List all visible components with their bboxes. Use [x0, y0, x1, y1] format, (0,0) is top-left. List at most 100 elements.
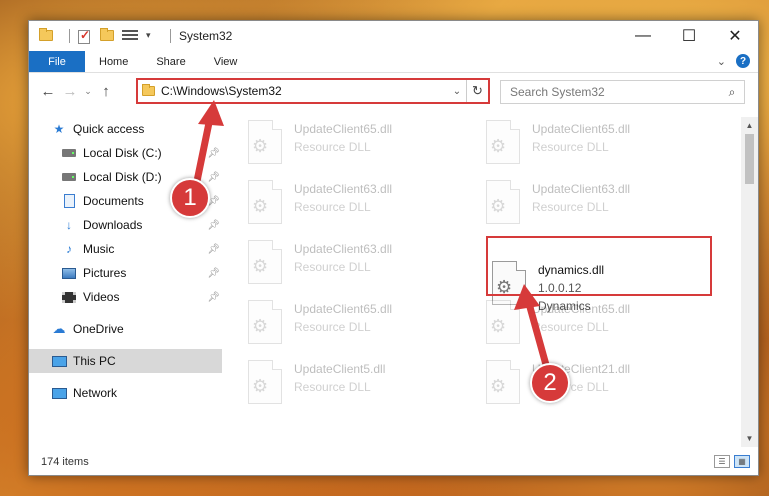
sidebar-item-label: OneDrive: [73, 322, 124, 336]
tab-home[interactable]: Home: [85, 51, 142, 72]
music-icon: ♪: [66, 242, 72, 256]
details-view-icon[interactable]: ☰: [714, 455, 730, 468]
search-box[interactable]: Search System32 ⌕: [500, 80, 745, 104]
ribbon-right: ⌄ ?: [717, 54, 750, 68]
sidebar-item-label: Local Disk (D:): [83, 170, 162, 184]
close-button[interactable]: ✕: [712, 21, 758, 51]
navigation-pane: ★ Quick access Local Disk (C:) 📌︎ Local …: [29, 117, 222, 447]
star-icon: ★: [53, 122, 65, 136]
divider: [170, 29, 171, 43]
tab-share[interactable]: Share: [142, 51, 199, 72]
file-description: Resource DLL: [294, 320, 371, 334]
sidebar-item-label: Downloads: [83, 218, 143, 232]
file-item[interactable]: ⚙ UpdateClient65.dll Resource DLL: [248, 120, 458, 174]
sidebar-item-local-disk-c[interactable]: Local Disk (C:) 📌︎: [29, 141, 222, 165]
chevron-down-icon[interactable]: ⌄: [448, 86, 466, 97]
forward-arrow-icon[interactable]: →: [59, 83, 81, 100]
documents-icon: [61, 194, 77, 208]
step-marker-2: 2: [530, 363, 570, 403]
file-name: UpdateClient65.dll: [294, 302, 393, 316]
file-name: UpdateClient65.dll: [294, 122, 393, 136]
title-bar: ▾ System32 — ☐ ✕: [29, 21, 758, 51]
window-title: System32: [179, 29, 233, 43]
pin-icon: 📌︎: [207, 267, 220, 279]
refresh-icon[interactable]: ↻: [466, 80, 488, 102]
address-bar[interactable]: C:\Windows\System32 ⌄ ↻: [136, 78, 490, 104]
sidebar-item-label: Local Disk (C:): [83, 146, 162, 160]
search-icon[interactable]: ⌕: [720, 85, 744, 100]
sidebar-item-music[interactable]: ♪ Music 📌︎: [29, 237, 222, 261]
folder-icon[interactable]: [39, 28, 53, 42]
customize-toolbar-icon[interactable]: ▾: [146, 30, 154, 42]
dll-file-icon: ⚙: [248, 300, 282, 344]
tab-view[interactable]: View: [200, 51, 252, 72]
file-name: UpdateClient65.dll: [532, 122, 631, 136]
file-item[interactable]: ⚙ UpdateClient65.dll Resource DLL: [486, 120, 696, 174]
help-icon[interactable]: ?: [736, 54, 750, 68]
folder-icon: [142, 84, 155, 96]
file-description: Resource DLL: [532, 200, 609, 214]
file-item[interactable]: ⚙ UpdateClient5.dll Resource DLL: [248, 360, 458, 414]
file-item[interactable]: ⚙ UpdateClient63.dll Resource DLL: [248, 180, 458, 234]
tiles-view-icon[interactable]: ▦: [734, 455, 750, 468]
sidebar-item-label: Videos: [83, 290, 120, 304]
file-description: Resource DLL: [294, 140, 371, 154]
file-description: Resource DLL: [294, 260, 371, 274]
address-path[interactable]: C:\Windows\System32: [161, 84, 448, 98]
sidebar-item-quick-access[interactable]: ★ Quick access: [29, 117, 222, 141]
file-item[interactable]: ⚙ UpdateClient65.dll Resource DLL: [486, 300, 696, 354]
status-bar: 174 items ☰ ▦: [29, 449, 758, 475]
tab-file[interactable]: File: [29, 51, 85, 72]
sidebar-item-label: Network: [73, 386, 118, 400]
new-folder-icon[interactable]: [100, 28, 114, 42]
file-name: UpdateClient5.dll: [294, 362, 386, 376]
maximize-button[interactable]: ☐: [666, 21, 712, 51]
scroll-up-icon[interactable]: ▲: [741, 117, 758, 134]
download-icon: ↓: [66, 218, 72, 232]
vertical-scrollbar[interactable]: ▲ ▼: [741, 117, 758, 447]
dll-file-icon: ⚙: [248, 360, 282, 404]
cloud-icon: ☁: [52, 321, 66, 336]
file-item[interactable]: ⚙ UpdateClient63.dll Resource DLL: [248, 240, 458, 294]
expand-ribbon-icon[interactable]: ⌄: [717, 55, 726, 68]
file-item[interactable]: ⚙ UpdateClient21.dll Resource DLL: [486, 360, 696, 414]
dll-file-icon: ⚙: [248, 120, 282, 164]
dll-file-icon: ⚙: [486, 180, 520, 224]
dll-file-icon: ⚙: [248, 240, 282, 284]
sidebar-item-label: Pictures: [83, 266, 127, 280]
file-description: Resource DLL: [532, 140, 609, 154]
sidebar-item-this-pc[interactable]: This PC: [29, 349, 222, 373]
sidebar-item-videos[interactable]: Videos 📌︎: [29, 285, 222, 309]
checkmark-properties-icon[interactable]: [78, 28, 92, 44]
minimize-button[interactable]: —: [620, 21, 666, 51]
sidebar-item-onedrive[interactable]: ☁ OneDrive: [29, 317, 222, 341]
file-description: Resource DLL: [532, 320, 609, 334]
disk-icon: [61, 170, 77, 184]
sidebar-item-network[interactable]: Network: [29, 381, 222, 405]
videos-icon: [61, 290, 77, 304]
file-item[interactable]: ⚙ UpdateClient65.dll Resource DLL: [248, 300, 458, 354]
dll-file-icon: ⚙: [486, 300, 520, 344]
sidebar-item-pictures[interactable]: Pictures 📌︎: [29, 261, 222, 285]
scroll-thumb[interactable]: [745, 134, 754, 184]
dll-file-icon: ⚙: [248, 180, 282, 224]
properties-icon[interactable]: [122, 30, 138, 42]
dll-file-icon: ⚙: [486, 120, 520, 164]
pin-icon: 📌︎: [207, 147, 220, 159]
computer-icon: [51, 354, 67, 368]
scroll-down-icon[interactable]: ▼: [741, 430, 758, 447]
sidebar-item-label: Quick access: [73, 122, 145, 136]
file-name: UpdateClient63.dll: [294, 182, 393, 196]
search-input[interactable]: Search System32: [510, 85, 720, 99]
file-name: UpdateClient63.dll: [294, 242, 393, 256]
disk-icon: [61, 146, 77, 160]
dynamics-highlight-box: [486, 236, 712, 296]
sidebar-item-label: Music: [83, 242, 115, 256]
back-arrow-icon[interactable]: ←: [37, 83, 59, 100]
divider: [69, 29, 70, 43]
up-arrow-icon[interactable]: ↑: [95, 83, 117, 100]
sidebar-item-label: Documents: [83, 194, 144, 208]
dll-file-icon: ⚙: [486, 360, 520, 404]
recent-locations-icon[interactable]: ⌄: [81, 86, 95, 97]
file-item[interactable]: ⚙ UpdateClient63.dll Resource DLL: [486, 180, 696, 234]
